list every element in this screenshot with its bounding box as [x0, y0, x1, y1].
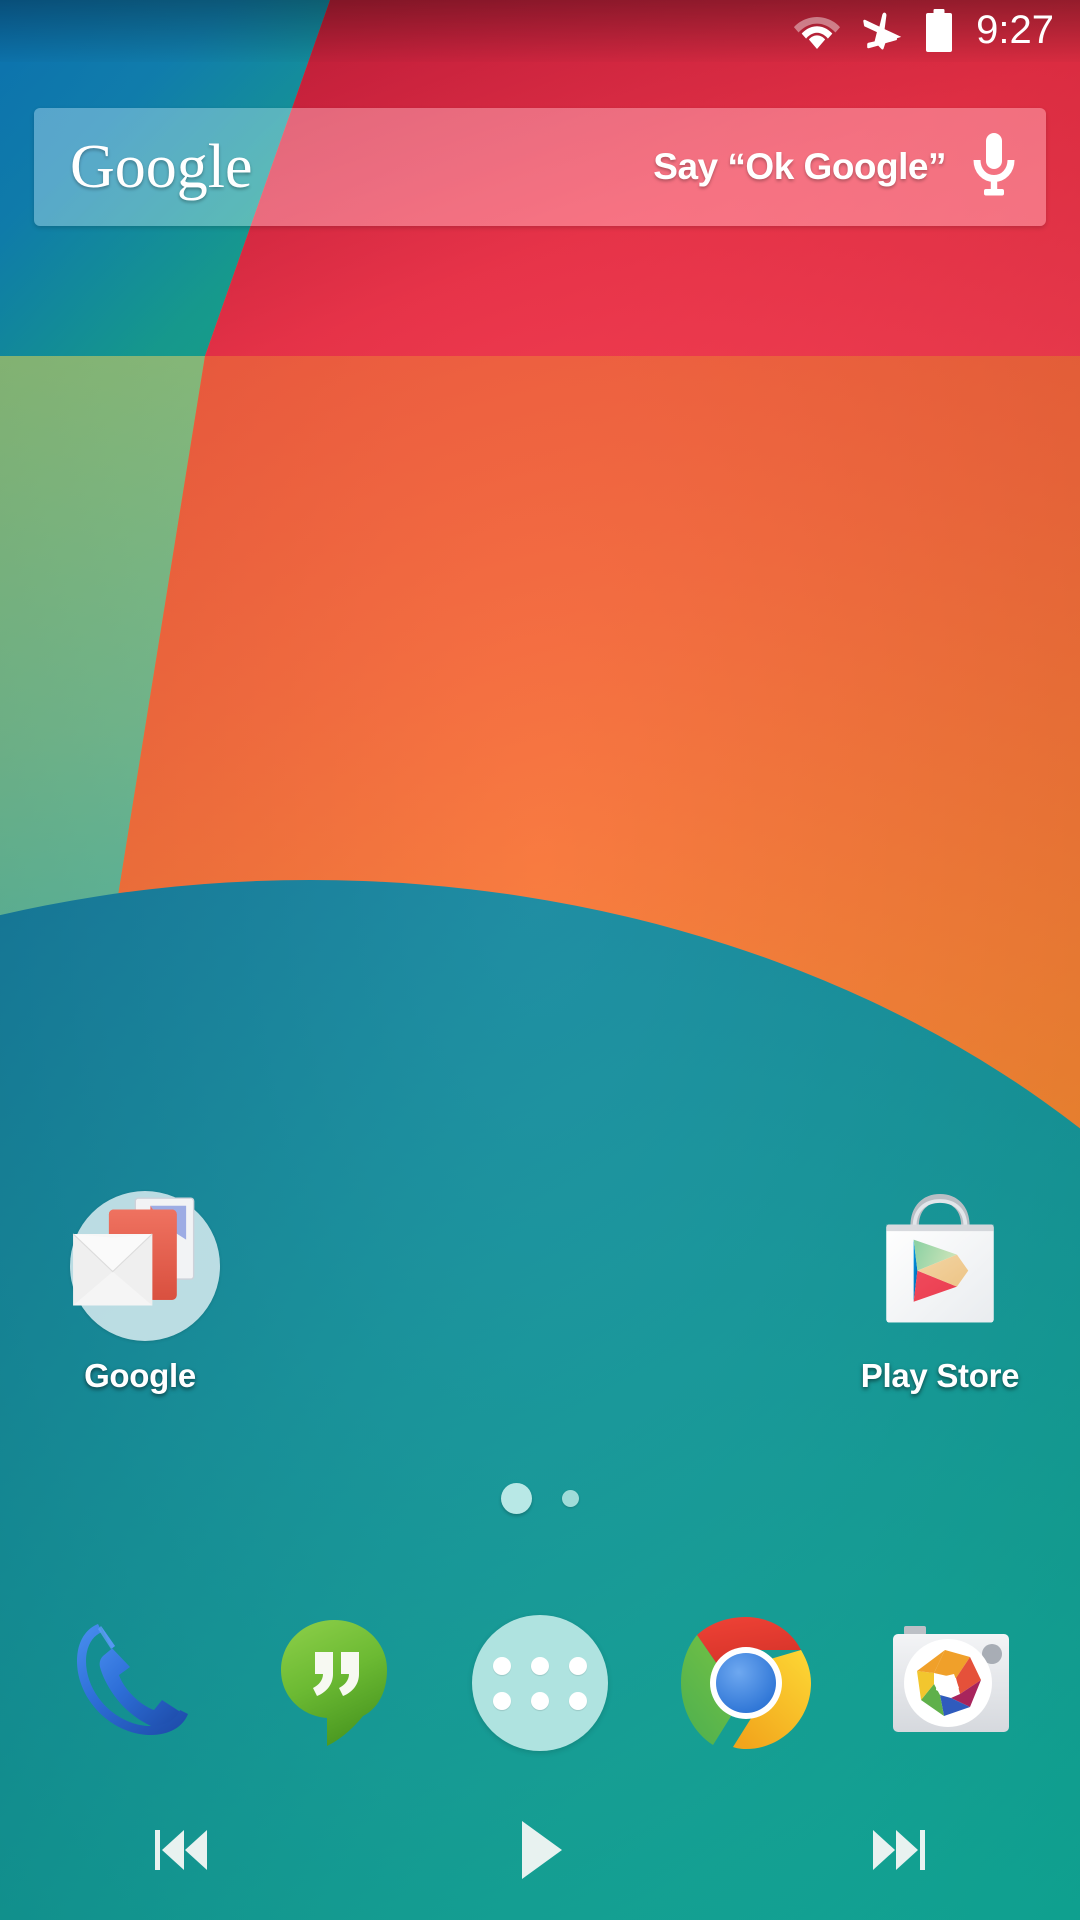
wifi-icon [794, 12, 841, 50]
status-bar[interactable]: 9:27 [0, 0, 1080, 62]
battery-icon [924, 9, 954, 53]
drawer-dot [568, 1691, 587, 1710]
page-dot-active[interactable] [501, 1483, 532, 1514]
chrome-icon [680, 1617, 811, 1749]
skip-previous-icon[interactable] [80, 1780, 280, 1920]
google-logo: Google [70, 133, 253, 201]
drawer-dot [530, 1656, 549, 1675]
skip-next-icon[interactable] [800, 1780, 1000, 1920]
folder-app-gmail [72, 1233, 153, 1306]
drawer-dot [492, 1656, 511, 1675]
dock-item-camera[interactable] [871, 1603, 1031, 1763]
microphone-icon[interactable] [946, 108, 1042, 226]
dock-item-phone[interactable] [49, 1603, 209, 1763]
dock-item-hangouts[interactable] [254, 1603, 414, 1763]
home-icon-google-folder[interactable]: Google [10, 1185, 270, 1395]
android-home-screen: 9:27 Google Say “Ok Google” Google Play … [0, 0, 1080, 1920]
app-label: Play Store [860, 1357, 1020, 1394]
drawer-dot-row [492, 1691, 587, 1710]
page-indicator [0, 1483, 1080, 1514]
app-drawer-icon[interactable] [471, 1615, 608, 1751]
google-folder-icon[interactable] [60, 1185, 220, 1345]
play-icon[interactable] [440, 1780, 640, 1920]
dock-item-app-drawer[interactable] [460, 1603, 620, 1763]
status-clock: 9:27 [976, 8, 1054, 52]
drawer-dot-row [492, 1656, 587, 1675]
google-search-widget[interactable]: Google Say “Ok Google” [34, 108, 1046, 226]
search-hint-text: Say “Ok Google” [653, 146, 946, 187]
play-store-icon[interactable] [860, 1185, 1020, 1345]
page-dot-inactive[interactable] [562, 1490, 579, 1507]
drawer-dot [492, 1691, 511, 1710]
drawer-dot [568, 1656, 587, 1675]
dock [0, 1588, 1080, 1778]
drawer-dot [530, 1691, 549, 1710]
hangouts-icon [281, 1620, 388, 1746]
phone-icon [76, 1624, 188, 1735]
home-icon-play-store[interactable]: Play Store [810, 1185, 1070, 1395]
app-label: Google [84, 1357, 196, 1394]
camera-icon [893, 1626, 1010, 1732]
dock-item-chrome[interactable] [666, 1603, 826, 1763]
navigation-bar [0, 1780, 1080, 1920]
airplane-mode-icon [860, 9, 904, 53]
